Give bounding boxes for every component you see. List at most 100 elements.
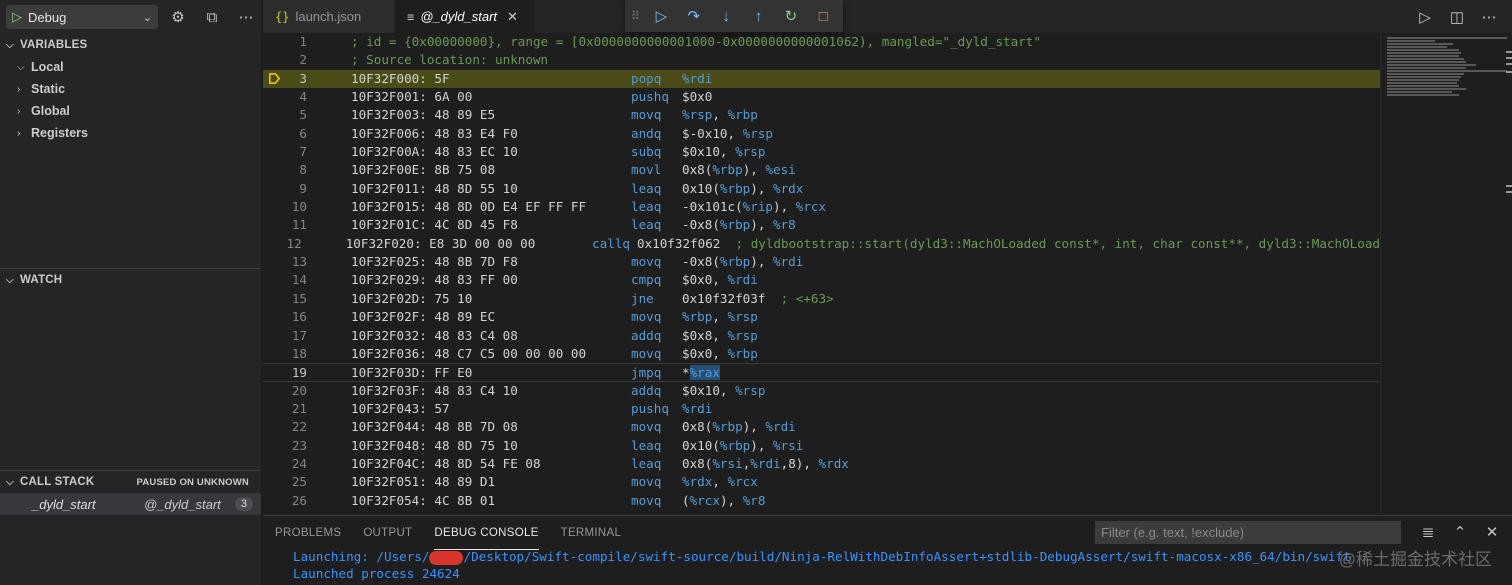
call-stack-title: CALL STACK: [20, 476, 95, 488]
breakpoint-gutter[interactable]: [263, 253, 285, 271]
code-line[interactable]: 8 10F32F00E: 8B 75 08 movl 0x8(%rbp), %esi: [263, 161, 1380, 179]
code-line[interactable]: 26 10F32F054: 4C 8B 01 movq (%rcx), %r8: [263, 492, 1380, 510]
minimap[interactable]: [1380, 33, 1512, 515]
code-line[interactable]: 15 10F32F02D: 75 10 jne 0x10f32f03f ; <+63>: [263, 290, 1380, 308]
code-line[interactable]: 23 10F32F048: 48 8D 75 10 leaq 0x10(%rbp), …: [263, 437, 1380, 455]
more-icon[interactable]: ⋯: [1476, 8, 1502, 26]
close-icon[interactable]: ✕: [1480, 521, 1504, 544]
debug-config-select[interactable]: ▷ Debug ⌄: [6, 5, 158, 29]
code-line[interactable]: 13 10F32F025: 48 8B 7D F8 movq -0x8(%rbp), …: [263, 253, 1380, 271]
tab-debug-console[interactable]: DEBUG CONSOLE: [434, 516, 539, 550]
json-file-icon: {}: [275, 9, 290, 24]
watch-header[interactable]: ⌵ WATCH: [0, 269, 261, 291]
breakpoint-gutter[interactable]: [263, 143, 285, 161]
tab-problems[interactable]: PROBLEMS: [275, 516, 341, 550]
breakpoint-gutter[interactable]: [263, 198, 285, 216]
run-icon[interactable]: ▷: [1412, 8, 1438, 26]
step-over-icon[interactable]: ↷: [680, 4, 707, 28]
gear-icon[interactable]: ⚙: [164, 5, 192, 29]
code-line[interactable]: 14 10F32F029: 48 83 FF 00 cmpq $0x0, %rdi: [263, 271, 1380, 289]
breakpoint-gutter[interactable]: [263, 33, 285, 51]
current-instruction-arrow-icon[interactable]: [263, 70, 285, 88]
breakpoint-gutter[interactable]: [263, 235, 282, 253]
tab-dyld-start[interactable]: ≡ @_dyld_start ✕: [395, 0, 535, 33]
variables-item-static[interactable]: › Static: [0, 78, 261, 100]
breakpoint-gutter[interactable]: [263, 418, 285, 436]
code-line[interactable]: 4 10F32F001: 6A 00 pushq $0x0: [263, 88, 1380, 106]
debug-console-output: Launching: /Users/ /Desktop/Swift-compile…: [293, 549, 1351, 582]
variables-item-registers[interactable]: › Registers: [0, 122, 261, 144]
console-filter-input[interactable]: Filter (e.g. text, !exclude): [1095, 521, 1401, 544]
instruction-address: 10F32F000: 5F: [351, 70, 450, 86]
code-line[interactable]: 9 10F32F011: 48 8D 55 10 leaq 0x10(%rbp), %…: [263, 180, 1380, 198]
code-line[interactable]: 10 10F32F015: 48 8D 0D E4 EF FF FF leaq -0x…: [263, 198, 1380, 216]
breakpoint-gutter[interactable]: [263, 271, 285, 289]
breakpoint-gutter[interactable]: [263, 364, 285, 380]
close-icon[interactable]: ✕: [507, 9, 518, 25]
call-stack-frame[interactable]: _dyld_start @_dyld_start 3: [0, 493, 261, 515]
tab-terminal[interactable]: TERMINAL: [561, 516, 622, 550]
variables-item-local[interactable]: ⌵ Local: [0, 56, 261, 78]
minimap-line: [1387, 82, 1457, 84]
code-line[interactable]: 7 10F32F00A: 48 83 EC 10 subq $0x10, %rsp: [263, 143, 1380, 161]
code-line[interactable]: 18 10F32F036: 48 C7 C5 00 00 00 00 movq $0x…: [263, 345, 1380, 363]
breakpoint-gutter[interactable]: [263, 216, 285, 234]
editor: {} launch.json ≡ @_dyld_start ✕ ⠿ ▷ ↷ ↓ …: [263, 0, 1512, 515]
variables-header[interactable]: ⌵ VARIABLES: [0, 34, 261, 56]
code-line[interactable]: 12 10F32F020: E8 3D 00 00 00 callq 0x10f32f…: [263, 235, 1380, 253]
line-number: 5: [299, 107, 307, 123]
instruction-operands: %rsp, %rbp: [682, 107, 758, 123]
variables-item-global[interactable]: › Global: [0, 100, 261, 122]
code-line[interactable]: 11 10F32F01C: 4C 8D 45 F8 leaq -0x8(%rbp), …: [263, 216, 1380, 234]
disassembly-view[interactable]: 1 ; id = {0x00000000}, range = [0x0000000…: [263, 33, 1380, 515]
code-line[interactable]: 3 10F32F000: 5F popq %rdi: [263, 69, 1380, 89]
tab-output[interactable]: OUTPUT: [363, 516, 412, 550]
breakpoint-gutter[interactable]: [263, 382, 285, 400]
chevron-down-icon: ⌵: [6, 476, 14, 488]
code-line[interactable]: 5 10F32F003: 48 89 E5 movq %rsp, %rbp: [263, 106, 1380, 124]
breakpoint-gutter[interactable]: [263, 327, 285, 345]
minimap-line: [1387, 85, 1459, 87]
more-icon[interactable]: ⋯: [232, 5, 260, 29]
drag-handle-icon[interactable]: ⠿: [631, 9, 643, 23]
step-into-icon[interactable]: ↓: [712, 4, 739, 28]
code-line[interactable]: 2 ; Source location: unknown: [263, 51, 1380, 69]
code-line[interactable]: 25 10F32F051: 48 89 D1 movq %rdx, %rcx: [263, 473, 1380, 491]
code-line[interactable]: 1 ; id = {0x00000000}, range = [0x0000000…: [263, 33, 1380, 51]
breakpoint-gutter[interactable]: [263, 492, 285, 510]
scrollbar[interactable]: [1504, 33, 1512, 515]
breakpoint-gutter[interactable]: [263, 400, 285, 418]
code-line[interactable]: 22 10F32F044: 48 8B 7D 08 movq 0x8(%rbp), %…: [263, 418, 1380, 436]
breakpoint-gutter[interactable]: [263, 473, 285, 491]
tab-launch-json[interactable]: {} launch.json: [263, 0, 395, 33]
code-line[interactable]: 16 10F32F02F: 48 89 EC movq %rbp, %rsp: [263, 308, 1380, 326]
call-stack-header[interactable]: ⌵ CALL STACK PAUSED ON UNKNOWN: [0, 471, 261, 493]
breakpoint-gutter[interactable]: [263, 51, 285, 69]
code-line[interactable]: 21 10F32F043: 57 pushq %rdi: [263, 400, 1380, 418]
breakpoint-gutter[interactable]: [263, 180, 285, 198]
breakpoint-gutter[interactable]: [263, 106, 285, 124]
breakpoint-gutter[interactable]: [263, 345, 285, 363]
breakpoint-gutter[interactable]: [263, 290, 285, 308]
continue-icon[interactable]: ▷: [648, 4, 675, 28]
breakpoint-gutter[interactable]: [263, 88, 285, 106]
code-line[interactable]: 20 10F32F03F: 48 83 C4 10 addq $0x10, %rsp: [263, 382, 1380, 400]
breakpoint-gutter[interactable]: [263, 308, 285, 326]
maximize-panel-icon[interactable]: ⌃: [1448, 521, 1472, 544]
breakpoint-gutter[interactable]: [263, 455, 285, 473]
split-editor-icon[interactable]: ◫: [1444, 8, 1470, 26]
clear-console-icon[interactable]: ≣: [1416, 521, 1440, 544]
code-line[interactable]: 24 10F32F04C: 48 8D 54 FE 08 leaq 0x8(%rsi,…: [263, 455, 1380, 473]
play-icon[interactable]: ▷: [12, 9, 22, 25]
breakpoint-gutter[interactable]: [263, 161, 285, 179]
breakpoint-gutter[interactable]: [263, 437, 285, 455]
restart-icon[interactable]: ↻: [777, 4, 804, 28]
open-terminal-icon[interactable]: ⧉: [198, 5, 226, 29]
code-line[interactable]: 6 10F32F006: 48 83 E4 F0 andq $-0x10, %rsp: [263, 125, 1380, 143]
chevron-down-icon[interactable]: ⌄: [143, 11, 152, 24]
stop-icon[interactable]: □: [810, 4, 837, 28]
code-line[interactable]: 17 10F32F032: 48 83 C4 08 addq $0x8, %rsp: [263, 327, 1380, 345]
step-out-icon[interactable]: ↑: [745, 4, 772, 28]
code-line[interactable]: 19 10F32F03D: FF E0 jmpq *%rax: [263, 363, 1380, 382]
breakpoint-gutter[interactable]: [263, 125, 285, 143]
